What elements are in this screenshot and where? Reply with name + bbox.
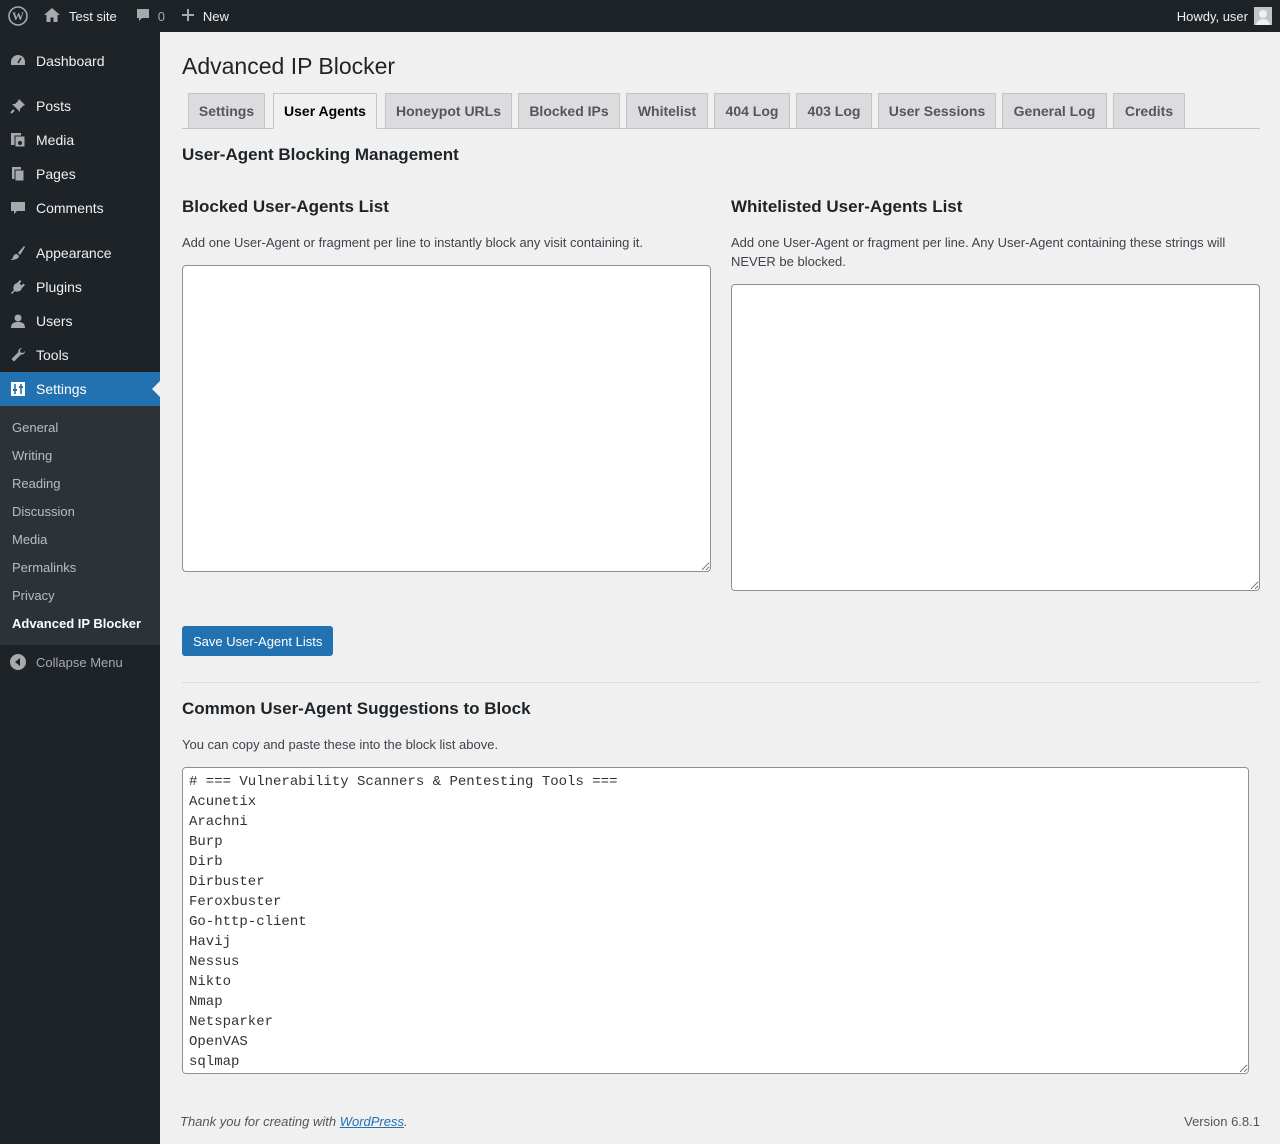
tab-user-agents[interactable]: User Agents [273, 93, 377, 129]
sidebar-label-plugins: Plugins [36, 279, 82, 295]
section-divider [182, 682, 1260, 683]
pages-icon [0, 165, 36, 183]
tab-blocked-ips[interactable]: Blocked IPs [518, 93, 620, 129]
sidebar-item-settings[interactable]: Settings [0, 372, 160, 406]
sidebar-item-media[interactable]: Media [0, 123, 160, 157]
blocked-list-description: Add one User-Agent or fragment per line … [182, 235, 644, 250]
sidebar-item-users[interactable]: Users [0, 304, 160, 338]
whitelist-list-description: Add one User-Agent or fragment per line.… [731, 235, 1226, 269]
admin-bar: W Test site 0 New Howdy, user [0, 0, 1280, 32]
footer-thanks: Thank you for creating with WordPress. [180, 1114, 408, 1129]
sidebar-label-pages: Pages [36, 166, 76, 182]
sidebar-label-appearance: Appearance [36, 245, 112, 261]
footer-thanks-prefix: Thank you for creating with [180, 1114, 340, 1129]
sidebar-item-comments[interactable]: Comments [0, 191, 160, 225]
comments-count: 0 [157, 8, 165, 24]
sidebar-label-media: Media [36, 132, 75, 148]
avatar [1254, 7, 1272, 25]
comments-link[interactable]: 0 [127, 0, 173, 32]
submenu-item-permalinks[interactable]: Permalinks [0, 553, 160, 581]
whitelisted-user-agents-textarea[interactable] [731, 284, 1260, 591]
site-name: Test site [69, 8, 117, 24]
sidebar-item-appearance[interactable]: Appearance [0, 236, 160, 270]
tab-credits[interactable]: Credits [1113, 93, 1185, 129]
collapse-arrow-icon [0, 653, 36, 671]
section-heading: User-Agent Blocking Management [182, 145, 459, 164]
save-user-agent-lists-button[interactable]: Save User-Agent Lists [182, 626, 334, 656]
collapse-menu-label: Collapse Menu [36, 654, 123, 670]
suggestions-textarea[interactable]: # === Vulnerability Scanners & Pentestin… [182, 767, 1249, 1074]
suggestions-title: Common User-Agent Suggestions to Block [182, 699, 531, 718]
submenu-item-advanced-ip-blocker[interactable]: Advanced IP Blocker [0, 609, 160, 637]
sidebar-label-posts: Posts [36, 98, 72, 114]
submenu-item-general[interactable]: General [0, 413, 160, 441]
tab-404-log[interactable]: 404 Log [714, 93, 790, 129]
nav-tab-wrapper: Settings User Agents Honeypot URLs Block… [182, 93, 1260, 129]
sidebar-item-tools[interactable]: Tools [0, 338, 160, 372]
tab-403-log[interactable]: 403 Log [796, 93, 872, 129]
tab-settings[interactable]: Settings [188, 93, 265, 129]
new-content-link[interactable]: New [173, 0, 237, 32]
footer-thanks-suffix: . [404, 1114, 408, 1129]
blocked-user-agents-textarea[interactable] [182, 265, 711, 572]
sidebar-label-users: Users [36, 313, 73, 329]
home-icon [43, 7, 61, 26]
whitelist-list-title: Whitelisted User-Agents List [731, 197, 963, 216]
submenu-item-media[interactable]: Media [0, 525, 160, 553]
pushpin-icon [0, 97, 36, 115]
sidebar-item-plugins[interactable]: Plugins [0, 270, 160, 304]
my-account-link[interactable]: Howdy, user [1169, 0, 1280, 32]
wordpress-link[interactable]: WordPress [340, 1114, 404, 1129]
user-icon [0, 312, 36, 330]
suggestions-description: You can copy and paste these into the bl… [182, 737, 499, 752]
greeting: Howdy, user [1176, 8, 1248, 24]
media-icon [0, 131, 36, 149]
submenu-item-discussion[interactable]: Discussion [0, 497, 160, 525]
sidebar-label-settings: Settings [36, 381, 87, 397]
sidebar-label-comments: Comments [36, 200, 104, 216]
sidebar-item-posts[interactable]: Posts [0, 89, 160, 123]
sidebar-label-tools: Tools [36, 347, 69, 363]
sliders-icon [0, 380, 36, 398]
tab-whitelist[interactable]: Whitelist [626, 93, 708, 129]
submenu-item-reading[interactable]: Reading [0, 469, 160, 497]
plus-icon [181, 8, 195, 25]
settings-submenu: General Writing Reading Discussion Media… [0, 406, 160, 645]
sidebar-item-pages[interactable]: Pages [0, 157, 160, 191]
comment-bubble-icon [135, 7, 151, 26]
page-title: Advanced IP Blocker [182, 53, 396, 79]
svg-text:W: W [12, 9, 24, 23]
tab-user-sessions[interactable]: User Sessions [878, 93, 996, 129]
wordpress-logo-icon[interactable]: W [0, 0, 35, 32]
wrench-icon [0, 346, 36, 364]
submenu-item-privacy[interactable]: Privacy [0, 581, 160, 609]
submenu-item-writing[interactable]: Writing [0, 441, 160, 469]
new-label: New [202, 8, 229, 24]
site-name-link[interactable]: Test site [35, 0, 127, 32]
tab-general-log[interactable]: General Log [1002, 93, 1107, 129]
tab-honeypot-urls[interactable]: Honeypot URLs [385, 93, 512, 129]
collapse-menu-button[interactable]: Collapse Menu [0, 645, 160, 679]
dashboard-icon [0, 52, 36, 70]
footer-version: Version 6.8.1 [1184, 1114, 1260, 1129]
brush-icon [0, 244, 36, 262]
blocked-list-title: Blocked User-Agents List [182, 197, 389, 216]
footer: Thank you for creating with WordPress. V… [180, 1114, 1260, 1129]
plug-icon [0, 278, 36, 296]
sidebar-item-dashboard[interactable]: Dashboard [0, 44, 160, 78]
comment-icon [0, 199, 36, 217]
sidebar-label-dashboard: Dashboard [36, 53, 105, 69]
admin-sidebar: Dashboard Posts Media Pages Comments App… [0, 32, 160, 1144]
